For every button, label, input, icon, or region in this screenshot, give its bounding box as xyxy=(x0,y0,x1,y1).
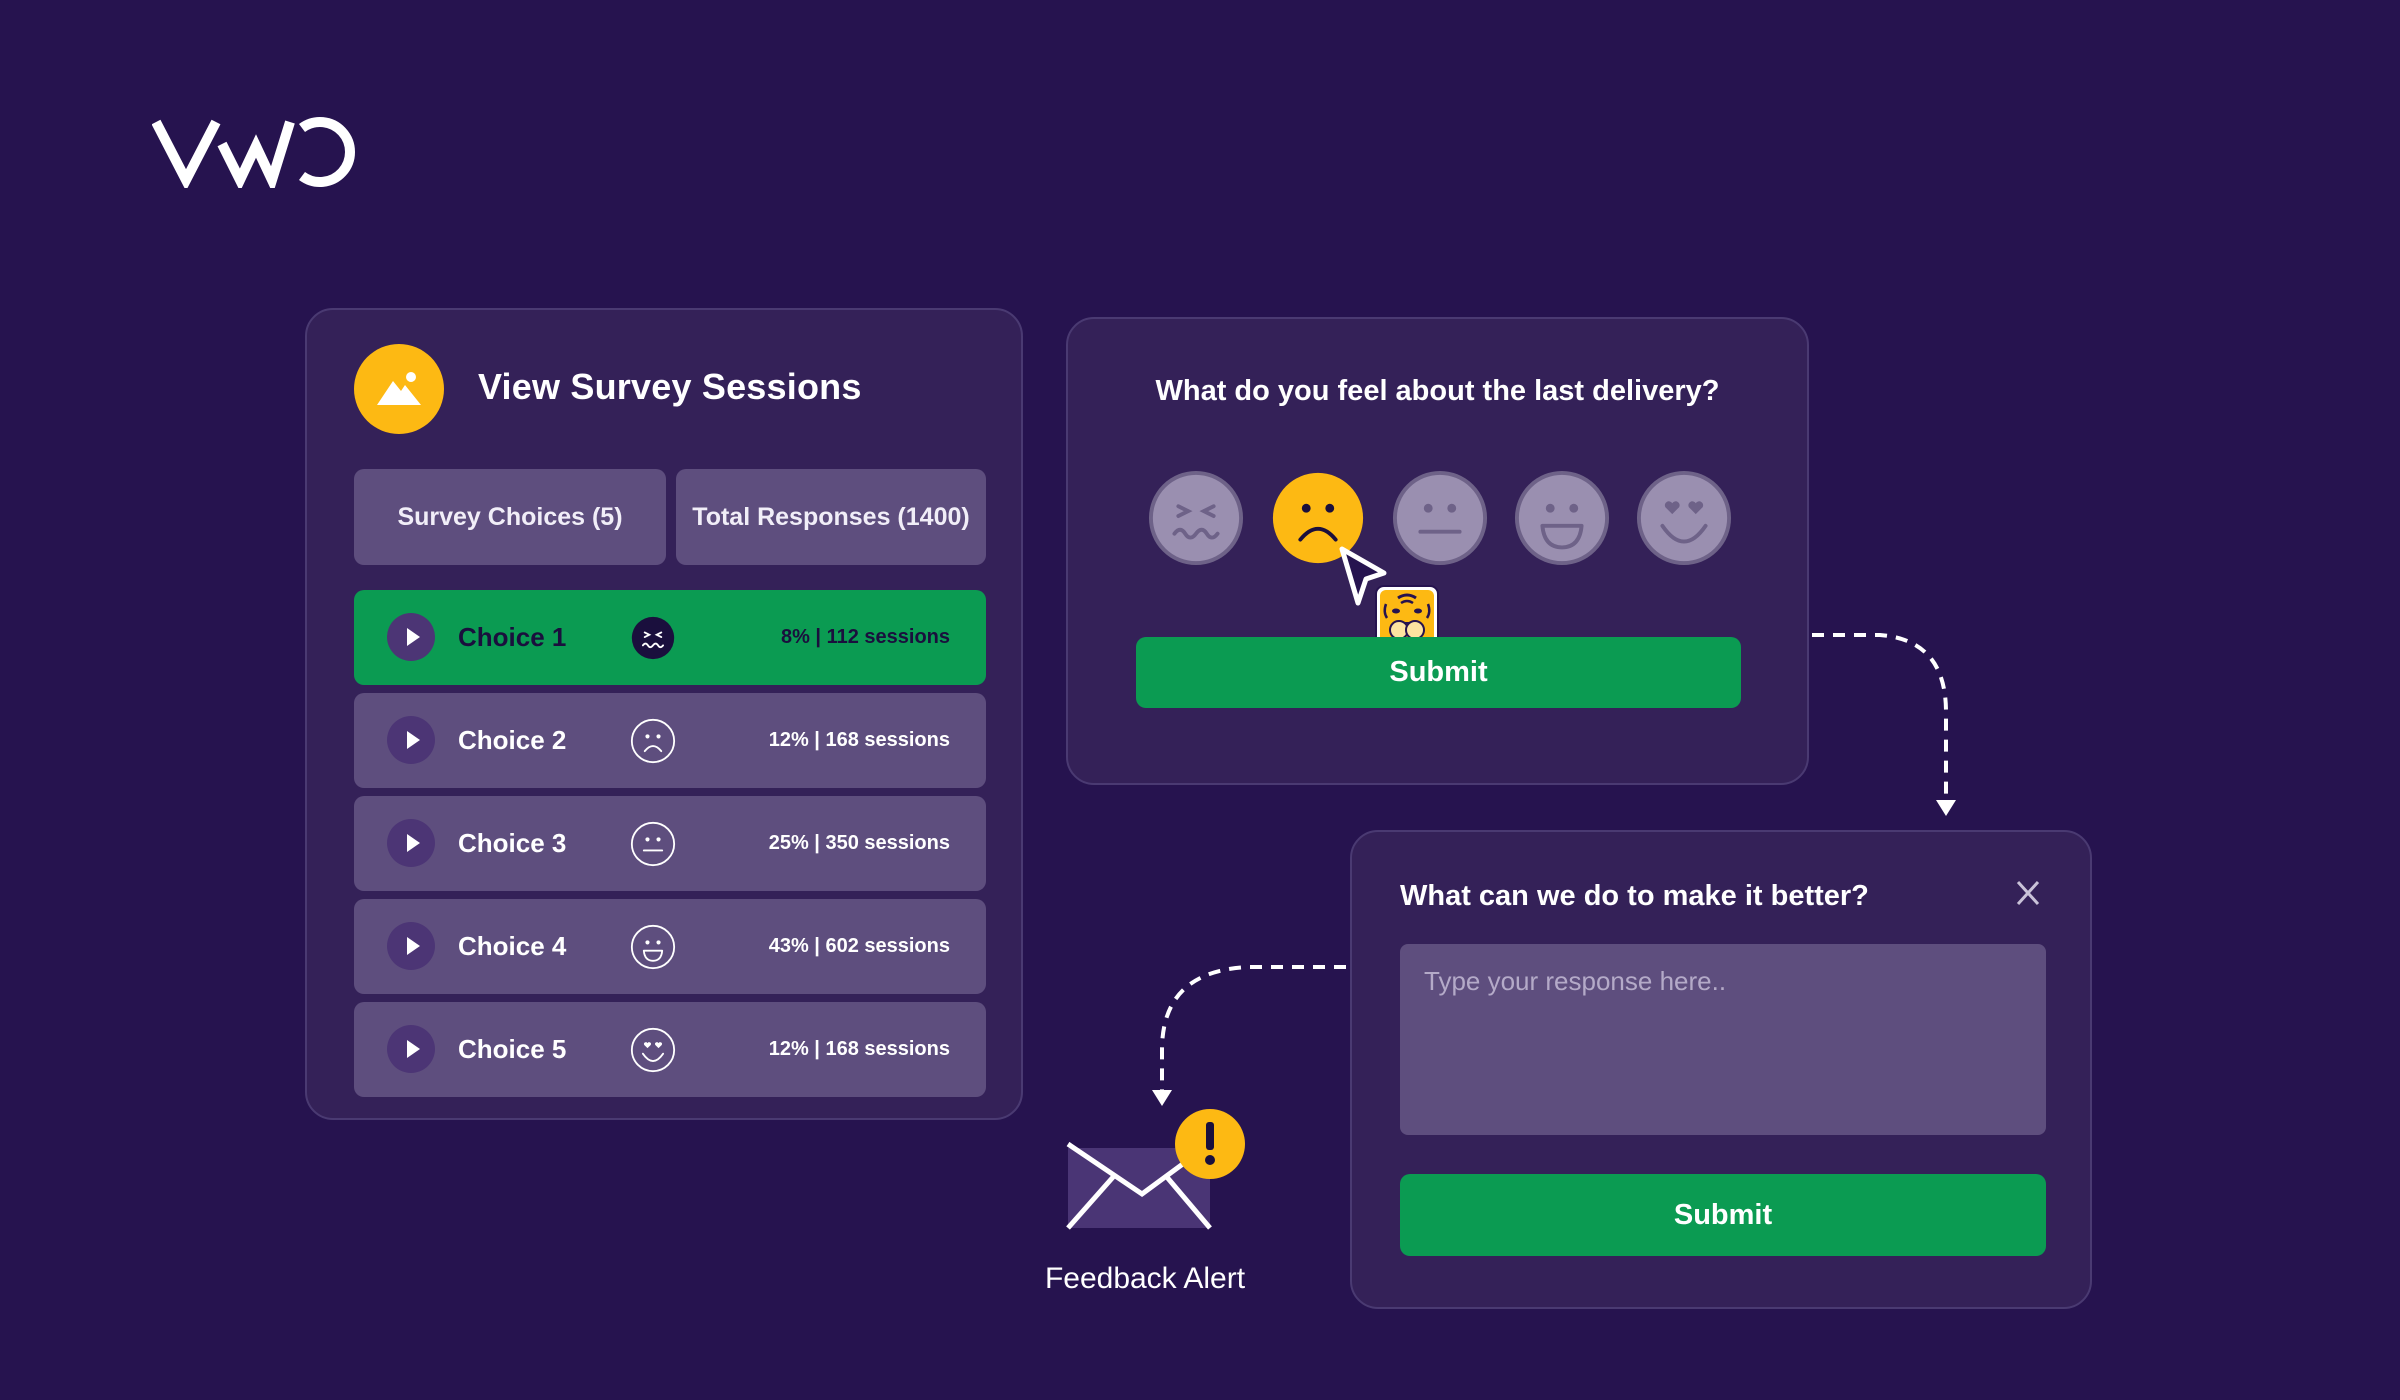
choice-row[interactable]: Choice 5 12% | 168 sessions xyxy=(354,1002,986,1097)
feedback-submit-button[interactable]: Submit xyxy=(1400,1174,2046,1256)
choice-label: Choice 5 xyxy=(458,1034,567,1064)
alert-badge xyxy=(1175,1109,1245,1179)
play-icon xyxy=(406,1040,420,1058)
play-button[interactable] xyxy=(387,1025,435,1073)
rating-option-grinning-face[interactable] xyxy=(1513,469,1611,567)
rating-option-neutral-face[interactable] xyxy=(1391,469,1489,567)
choice-row[interactable]: Choice 3 25% | 350 sessions xyxy=(354,796,986,891)
image-icon xyxy=(354,344,444,434)
choice-row[interactable]: Choice 2 12% | 168 sessions xyxy=(354,693,986,788)
play-button[interactable] xyxy=(387,716,435,764)
dashed-arrow-feedback-to-alert xyxy=(1160,965,1346,1090)
grinning-face-icon xyxy=(630,924,676,970)
neutral-face-icon xyxy=(630,821,676,867)
close-icon[interactable] xyxy=(2014,878,2042,908)
frowning-face-icon xyxy=(630,718,676,764)
rating-option-heart-eyes-face[interactable] xyxy=(1635,469,1733,567)
play-icon xyxy=(406,834,420,852)
choice-row[interactable]: Choice 1 8% | 112 sessions xyxy=(354,590,986,685)
play-button[interactable] xyxy=(387,922,435,970)
play-icon xyxy=(406,937,420,955)
choice-label: Choice 3 xyxy=(458,828,567,858)
rating-option-confounded-face[interactable] xyxy=(1147,469,1245,567)
choice-label: Choice 2 xyxy=(458,725,567,755)
choice-label: Choice 4 xyxy=(458,931,567,961)
choice-stat: 12% | 168 sessions xyxy=(768,1038,950,1060)
play-icon xyxy=(406,628,420,646)
choice-row[interactable]: Choice 4 43% | 602 sessions xyxy=(354,899,986,994)
heart-eyes-face-icon xyxy=(630,1027,676,1073)
total-responses-tab[interactable]: Total Responses (1400) xyxy=(676,469,986,565)
arrowhead-down-icon xyxy=(1936,800,1956,816)
choice-stat: 25% | 350 sessions xyxy=(768,832,950,854)
dashed-arrow-rating-to-feedback xyxy=(1812,633,1948,800)
confounded-face-icon xyxy=(630,615,676,661)
choice-stat: 43% | 602 sessions xyxy=(768,935,950,957)
play-icon xyxy=(406,731,420,749)
choice-label: Choice 1 xyxy=(458,622,567,652)
feedback-alert-envelope-icon xyxy=(1066,1109,1245,1230)
vwo-logo xyxy=(152,117,355,188)
play-button[interactable] xyxy=(387,819,435,867)
panel-title: View Survey Sessions xyxy=(478,366,862,407)
choice-stat: 8% | 112 sessions xyxy=(780,626,950,648)
feedback-question: What can we do to make it better? xyxy=(1400,880,1869,912)
choice-stat: 12% | 168 sessions xyxy=(768,729,950,751)
survey-choices-tab[interactable]: Survey Choices (5) xyxy=(354,469,666,565)
feedback-form-card: What can we do to make it better? Submit xyxy=(1350,830,2092,1309)
rating-question: What do you feel about the last delivery… xyxy=(1155,375,1720,407)
rating-survey-card: What do you feel about the last delivery… xyxy=(1066,317,1809,785)
play-button[interactable] xyxy=(387,613,435,661)
response-textarea[interactable] xyxy=(1400,944,2046,1135)
rating-submit-button[interactable]: Submit xyxy=(1136,637,1741,708)
survey-sessions-panel: View Survey Sessions Survey Choices (5) … xyxy=(305,308,1023,1120)
feedback-alert-label: Feedback Alert xyxy=(1044,1262,1246,1295)
